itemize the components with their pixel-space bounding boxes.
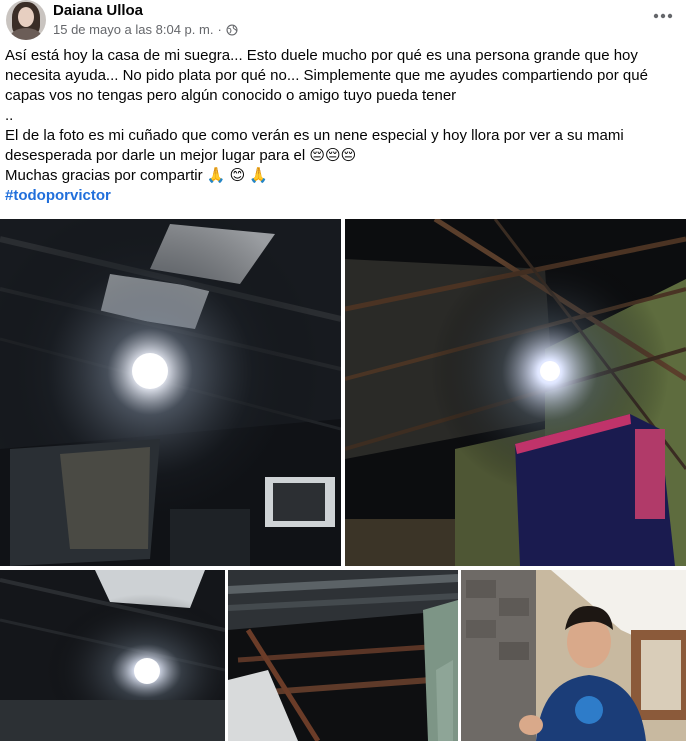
photo-5[interactable] (461, 570, 686, 741)
photo-ceiling-light (0, 219, 341, 566)
avatar[interactable] (6, 0, 46, 40)
post-text: Así está hoy la casa de mi suegra... Est… (5, 46, 677, 206)
post-meta: 15 de mayo a las 8:04 p. m. · (53, 22, 238, 37)
photo-3[interactable] (0, 570, 225, 741)
photo-4[interactable] (228, 570, 458, 741)
photo-2[interactable] (345, 219, 686, 566)
photo-boy (461, 570, 686, 741)
post-text-paragraph-3: El de la foto es mi cuñado que como verá… (5, 127, 628, 164)
facebook-post: Daiana Ulloa 15 de mayo a las 8:04 p. m.… (0, 0, 686, 741)
photo-ceiling-curtain (345, 219, 686, 566)
post-text-paragraph-1: Así está hoy la casa de mi suegra... Est… (5, 47, 653, 104)
more-options-button[interactable] (650, 6, 676, 26)
globe-icon[interactable] (226, 23, 238, 36)
post-text-paragraph-4: Muchas gracias por compartir 🙏 😊 🙏 (5, 167, 269, 184)
more-horizontal-icon (653, 13, 673, 19)
post-header: Daiana Ulloa 15 de mayo a las 8:04 p. m.… (0, 0, 686, 44)
author-name[interactable]: Daiana Ulloa (53, 2, 143, 19)
post-timestamp[interactable]: 15 de mayo a las 8:04 p. m. (53, 22, 213, 37)
post-text-paragraph-2: .. (5, 107, 14, 124)
photo-ceiling-lamp (0, 570, 225, 741)
photo-roof-beams (228, 570, 458, 741)
photo-1[interactable] (0, 219, 341, 566)
hashtag-link[interactable]: #todoporvictor (5, 187, 111, 204)
meta-separator: · (217, 22, 222, 37)
photo-grid (0, 219, 686, 741)
